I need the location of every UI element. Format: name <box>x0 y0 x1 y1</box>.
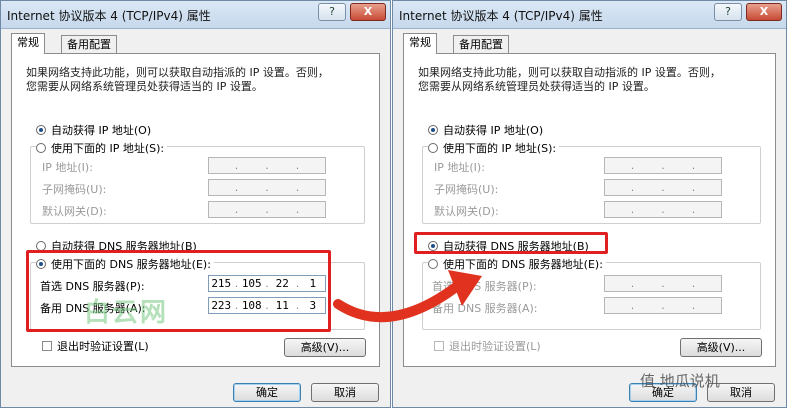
validate-on-exit-option[interactable]: 退出时验证设置(L) <box>434 338 541 354</box>
help-button[interactable]: ? <box>318 3 346 21</box>
default-gateway-label: 默认网关(D): <box>42 205 107 218</box>
tcpip-properties-dialog-right: Internet 协议版本 4 (TCP/IPv4) 属性 ? X 常规 备用配… <box>392 0 787 408</box>
radio-icon[interactable] <box>36 143 46 153</box>
tab-general[interactable]: 常规 <box>11 33 45 54</box>
description-text: 如果网络支持此功能，则可以获取自动指派的 IP 设置。否则， 您需要从网络系统管… <box>26 66 329 93</box>
close-button[interactable]: X <box>746 3 782 21</box>
alternate-dns-input[interactable]: ... <box>604 297 722 314</box>
default-gateway-label: 默认网关(D): <box>434 205 499 218</box>
dns-auto-option[interactable]: 自动获得 DNS 服务器地址(B) <box>428 238 589 254</box>
radio-selected-icon[interactable] <box>428 241 438 251</box>
ip-auto-option[interactable]: 自动获得 IP 地址(O) <box>36 122 151 138</box>
tcpip-properties-dialog-left: Internet 协议版本 4 (TCP/IPv4) 属性 ? X 常规 备用配… <box>0 0 391 408</box>
radio-icon[interactable] <box>428 143 438 153</box>
subnet-mask-label: 子网掩码(U): <box>434 183 499 196</box>
ip-manual-option[interactable]: 使用下面的 IP 地址(S): <box>428 140 560 156</box>
tab-general[interactable]: 常规 <box>403 33 437 54</box>
dialog-title: Internet 协议版本 4 (TCP/IPv4) 属性 <box>399 9 603 23</box>
default-gateway-input[interactable]: ... <box>208 201 326 218</box>
subnet-mask-input[interactable]: ... <box>208 179 326 196</box>
advanced-button[interactable]: 高级(V)... <box>680 338 762 357</box>
ip-manual-option[interactable]: 使用下面的 IP 地址(S): <box>36 140 168 156</box>
checkbox-icon[interactable] <box>434 341 444 351</box>
watermark-text: 值 地瓜说机 <box>640 372 720 390</box>
dns-manual-option[interactable]: 使用下面的 DNS 服务器地址(E): <box>36 256 214 272</box>
radio-selected-icon[interactable] <box>36 259 46 269</box>
help-button[interactable]: ? <box>714 3 742 21</box>
radio-selected-icon[interactable] <box>36 125 46 135</box>
dns-auto-option[interactable]: 自动获得 DNS 服务器地址(B) <box>36 238 197 254</box>
close-button[interactable]: X <box>350 3 386 21</box>
curved-arrow-icon <box>333 270 482 323</box>
checkbox-icon[interactable] <box>42 341 52 351</box>
preferred-dns-input[interactable]: 215. 105. 22. 1 <box>208 275 326 292</box>
preferred-dns-input[interactable]: ... <box>604 275 722 292</box>
ip-address-label: IP 地址(I): <box>42 161 93 174</box>
alternate-dns-input[interactable]: 223. 108. 11. 3 <box>208 297 326 314</box>
ip-address-input[interactable]: ... <box>604 157 722 174</box>
ip-address-label: IP 地址(I): <box>434 161 485 174</box>
title-bar: Internet 协议版本 4 (TCP/IPv4) 属性 ? X <box>393 1 786 29</box>
ip-auto-option[interactable]: 自动获得 IP 地址(O) <box>428 122 543 138</box>
subnet-mask-label: 子网掩码(U): <box>42 183 107 196</box>
dialog-button-bar: 确定 取消 <box>1 367 390 407</box>
tab-alternate-config[interactable]: 备用配置 <box>453 35 509 54</box>
radio-selected-icon[interactable] <box>428 125 438 135</box>
tab-alternate-config[interactable]: 备用配置 <box>61 35 117 54</box>
radio-icon[interactable] <box>36 241 46 251</box>
cancel-button[interactable]: 取消 <box>311 383 379 402</box>
general-panel: 如果网络支持此功能，则可以获取自动指派的 IP 设置。否则， 您需要从网络系统管… <box>11 53 380 367</box>
dialog-button-bar: 确定 取消 <box>393 367 786 407</box>
dns-manual-group <box>30 262 365 330</box>
subnet-mask-input[interactable]: ... <box>604 179 722 196</box>
dialog-title: Internet 协议版本 4 (TCP/IPv4) 属性 <box>7 9 211 23</box>
validate-on-exit-option[interactable]: 退出时验证设置(L) <box>42 338 149 354</box>
ip-address-input[interactable]: ... <box>208 157 326 174</box>
description-text: 如果网络支持此功能，则可以获取自动指派的 IP 设置。否则， 您需要从网络系统管… <box>418 66 721 93</box>
watermark-logo: 白云网 <box>84 298 169 328</box>
ok-button[interactable]: 确定 <box>233 383 301 402</box>
default-gateway-input[interactable]: ... <box>604 201 722 218</box>
advanced-button[interactable]: 高级(V)... <box>284 338 366 357</box>
title-bar: Internet 协议版本 4 (TCP/IPv4) 属性 ? X <box>1 1 390 29</box>
